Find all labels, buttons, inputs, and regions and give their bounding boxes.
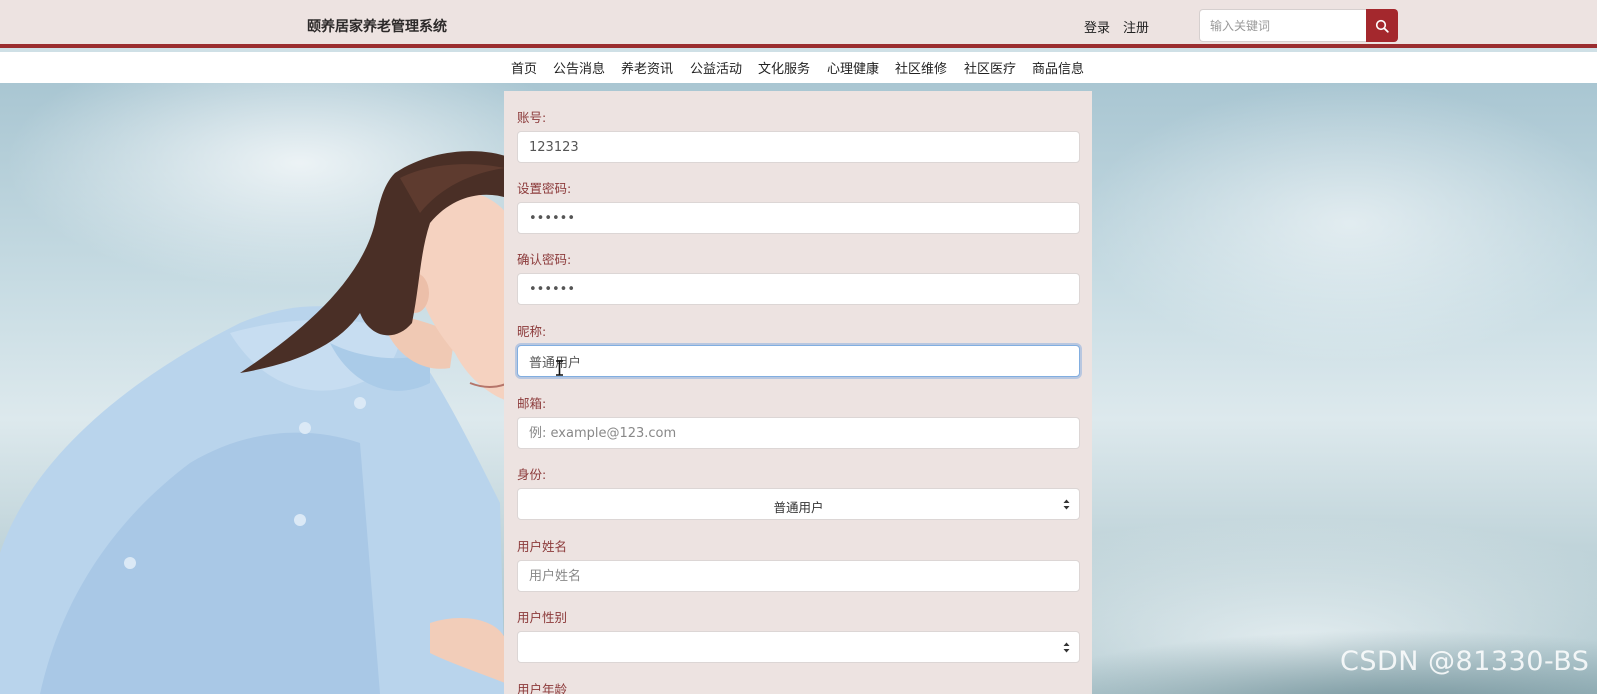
registration-form: 账号: 设置密码: 确认密码: 昵称: 邮箱: 身份: 普通用户 用户姓名 用户… <box>504 91 1092 694</box>
nurse-photo <box>0 151 520 694</box>
nav-item-home[interactable]: 首页 <box>511 58 537 77</box>
password-input[interactable] <box>517 202 1080 234</box>
register-link[interactable]: 注册 <box>1123 17 1149 36</box>
account-label: 账号: <box>517 110 547 125</box>
identity-label: 身份: <box>517 467 547 482</box>
nav-item-medical[interactable]: 社区医疗 <box>964 58 1016 77</box>
main-nav: 首页 公告消息 养老资讯 公益活动 文化服务 心理健康 社区维修 社区医疗 商品… <box>0 52 1597 83</box>
login-link[interactable]: 登录 <box>1084 17 1110 36</box>
select-arrows-icon <box>1063 642 1070 653</box>
nav-item-elderly-news[interactable]: 养老资讯 <box>621 58 673 77</box>
confirm-password-label: 确认密码: <box>517 252 572 267</box>
gender-label: 用户性别 <box>517 610 568 625</box>
search-icon <box>1375 19 1389 33</box>
real-name-label: 用户姓名 <box>517 539 568 554</box>
text-cursor-icon <box>556 360 563 376</box>
real-name-input[interactable] <box>517 560 1080 592</box>
confirm-password-input[interactable] <box>517 273 1080 305</box>
age-label: 用户年龄 <box>517 682 568 694</box>
identity-selected-value: 普通用户 <box>773 500 824 515</box>
email-input[interactable] <box>517 417 1080 449</box>
nav-item-charity[interactable]: 公益活动 <box>690 58 742 77</box>
nav-item-announcements[interactable]: 公告消息 <box>553 58 605 77</box>
identity-select[interactable]: 普通用户 <box>517 488 1080 520</box>
site-title: 颐养居家养老管理系统 <box>307 19 447 35</box>
search-input[interactable] <box>1199 9 1366 42</box>
nav-item-mental-health[interactable]: 心理健康 <box>827 58 879 77</box>
nav-item-products[interactable]: 商品信息 <box>1032 58 1084 77</box>
nickname-input[interactable] <box>517 345 1080 377</box>
top-header: 颐养居家养老管理系统 登录 注册 <box>0 0 1597 48</box>
search-button[interactable] <box>1366 9 1398 42</box>
watermark: CSDN @81330-BS <box>1340 646 1590 677</box>
account-input[interactable] <box>517 131 1080 163</box>
nav-item-culture[interactable]: 文化服务 <box>758 58 810 77</box>
nav-item-repair[interactable]: 社区维修 <box>895 58 947 77</box>
gender-select[interactable] <box>517 631 1080 663</box>
email-label: 邮箱: <box>517 396 547 411</box>
select-arrows-icon <box>1063 499 1070 510</box>
password-label: 设置密码: <box>517 181 572 196</box>
nickname-label: 昵称: <box>517 324 547 339</box>
